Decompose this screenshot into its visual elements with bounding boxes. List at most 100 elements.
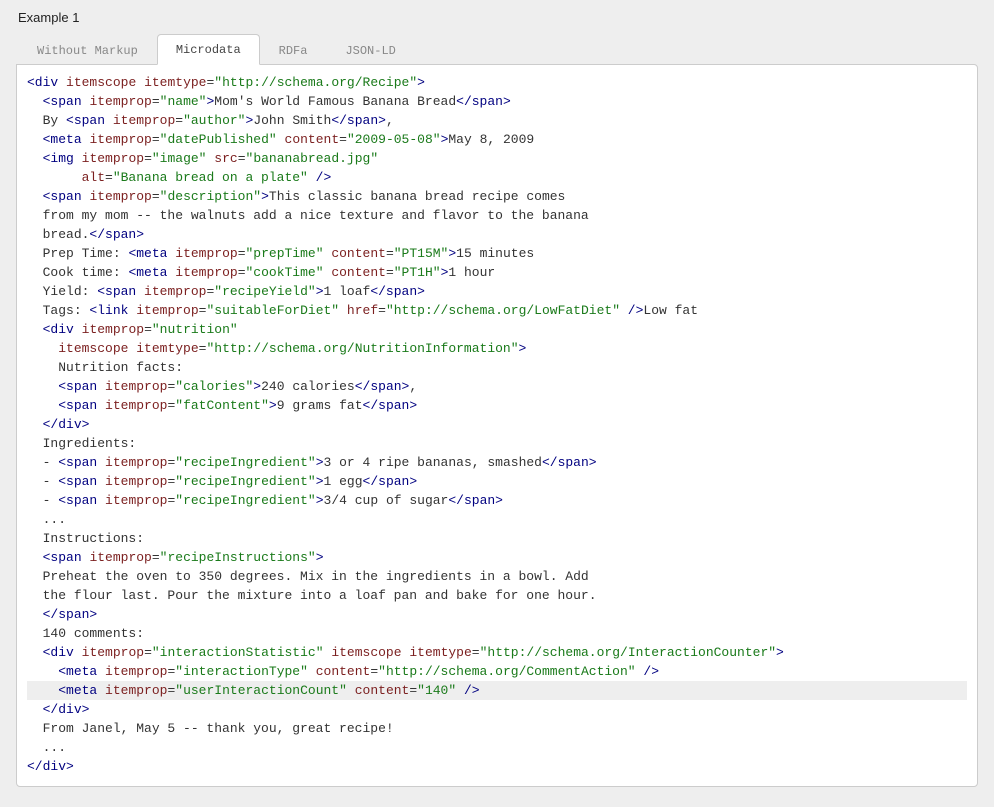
code-token: <meta — [128, 246, 167, 261]
code-token: </span> — [89, 227, 144, 242]
code-token — [27, 341, 58, 356]
code-token: Cook time: — [43, 265, 129, 280]
code-token: From Janel, May 5 -- thank you, great re… — [43, 721, 394, 736]
code-token: <div — [43, 645, 74, 660]
code-token: </span> — [363, 474, 418, 489]
code-token: itemprop — [82, 151, 144, 166]
code-token: Prep Time: — [43, 246, 129, 261]
code-token: <span — [43, 189, 82, 204]
code-token: itemprop — [105, 474, 167, 489]
code-token: "description" — [160, 189, 261, 204]
code-token: > — [316, 455, 324, 470]
code-token — [27, 550, 43, 565]
code-token: "calories" — [175, 379, 253, 394]
code-token: /> — [636, 664, 659, 679]
code-token: itemprop — [105, 493, 167, 508]
code-token: ... — [43, 740, 66, 755]
code-token: - — [43, 474, 59, 489]
code-token: <span — [58, 493, 97, 508]
code-token — [27, 246, 43, 261]
code-token: itemprop — [136, 303, 198, 318]
code-block: <div itemscope itemtype="http://schema.o… — [17, 65, 977, 786]
code-token: <span — [58, 455, 97, 470]
code-token: "2009-05-08" — [347, 132, 441, 147]
code-token: , — [409, 379, 417, 394]
code-token: "Banana bread on a plate" — [113, 170, 308, 185]
code-token: Tags: — [43, 303, 90, 318]
code-token: itemprop — [89, 94, 151, 109]
code-token — [27, 113, 43, 128]
code-token: content — [316, 664, 371, 679]
tabbox: Without Markup Microdata RDFa JSON-LD <d… — [6, 33, 988, 787]
code-token — [27, 208, 43, 223]
code-token — [27, 740, 43, 755]
code-token: <meta — [128, 265, 167, 280]
code-token: "http://schema.org/InteractionCounter" — [480, 645, 776, 660]
code-token: "140" — [417, 683, 456, 698]
code-token: /> — [620, 303, 643, 318]
code-token — [27, 512, 43, 527]
code-token: "recipeYield" — [214, 284, 315, 299]
code-token: Yield: — [43, 284, 98, 299]
code-token: "bananabread.jpg" — [246, 151, 379, 166]
code-token: itemprop — [89, 189, 151, 204]
code-token: </span> — [448, 493, 503, 508]
code-token: Low fat — [643, 303, 698, 318]
code-token: > — [253, 379, 261, 394]
example-container: Example 1 Without Markup Microdata RDFa … — [0, 0, 994, 807]
code-token: "http://schema.org/NutritionInformation" — [206, 341, 518, 356]
code-token: itemtype — [144, 75, 206, 90]
code-token: </span> — [331, 113, 386, 128]
code-token: > — [316, 284, 324, 299]
code-token: itemprop — [82, 645, 144, 660]
code-token: itemtype — [136, 341, 198, 356]
tab-json-ld[interactable]: JSON-LD — [326, 35, 414, 65]
code-token: "interactionStatistic" — [152, 645, 324, 660]
code-token: <link — [89, 303, 128, 318]
code-token: 3/4 cup of sugar — [324, 493, 449, 508]
code-token — [27, 455, 43, 470]
code-token: "interactionType" — [175, 664, 308, 679]
code-panel: <div itemscope itemtype="http://schema.o… — [16, 64, 978, 787]
code-token — [27, 645, 43, 660]
code-token: > — [316, 474, 324, 489]
code-token: </span> — [456, 94, 511, 109]
code-token — [27, 569, 43, 584]
tab-without-markup[interactable]: Without Markup — [18, 35, 157, 65]
code-token: href — [347, 303, 378, 318]
code-token: > — [448, 246, 456, 261]
code-token: content — [331, 246, 386, 261]
code-token: <span — [58, 379, 97, 394]
code-token — [27, 417, 43, 432]
code-token: </span> — [363, 398, 418, 413]
code-token: itemprop — [175, 246, 237, 261]
code-token: /> — [308, 170, 331, 185]
code-token — [27, 284, 43, 299]
code-token: Mom's World Famous Banana Bread — [214, 94, 456, 109]
tab-microdata[interactable]: Microdata — [157, 34, 260, 65]
code-token: "http://schema.org/LowFatDiet" — [386, 303, 620, 318]
code-token: "recipeIngredient" — [175, 455, 315, 470]
code-token: itemtype — [409, 645, 471, 660]
code-token — [27, 664, 58, 679]
code-token: > — [316, 493, 324, 508]
code-token: itemprop — [105, 455, 167, 470]
tab-rdfa[interactable]: RDFa — [260, 35, 327, 65]
code-token: content — [355, 683, 410, 698]
code-token: itemprop — [89, 550, 151, 565]
code-token: <span — [97, 284, 136, 299]
code-token — [27, 265, 43, 280]
code-token: itemprop — [113, 113, 175, 128]
code-token: > — [776, 645, 784, 660]
code-token: 1 loaf — [324, 284, 371, 299]
code-token: 3 or 4 ripe bananas, smashed — [324, 455, 542, 470]
code-token: "userInteractionCount" — [175, 683, 347, 698]
code-token: > — [316, 550, 324, 565]
code-token: > — [269, 398, 277, 413]
code-token: from my mom -- the walnuts add a nice te… — [43, 208, 589, 223]
code-token: "recipeIngredient" — [175, 474, 315, 489]
code-token — [27, 189, 43, 204]
code-token: This classic banana bread recipe comes — [269, 189, 565, 204]
code-token: itemprop — [175, 265, 237, 280]
code-token: "name" — [160, 94, 207, 109]
